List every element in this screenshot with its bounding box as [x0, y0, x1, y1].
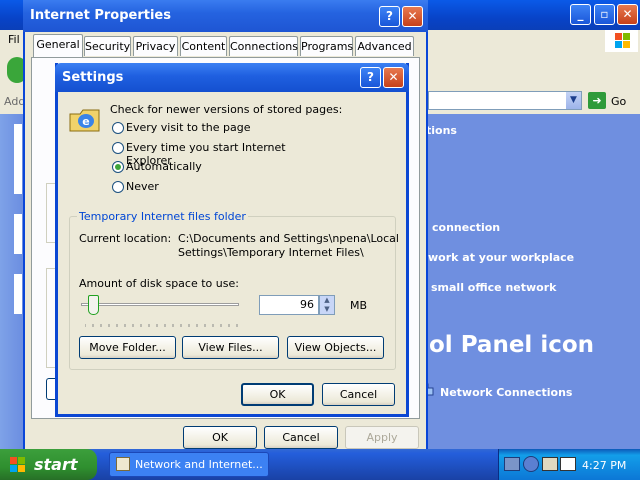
radio-automatically[interactable]: Automatically: [110, 160, 310, 174]
disk-space-label: Amount of disk space to use:: [79, 277, 239, 290]
chevron-down-icon[interactable]: ▼: [566, 92, 581, 109]
ok-button[interactable]: OK: [183, 426, 257, 449]
go-button-label[interactable]: Go: [611, 95, 626, 108]
task-link-1[interactable]: tions: [426, 124, 457, 137]
security-tray-icon[interactable]: [523, 456, 539, 472]
settings-ok-button[interactable]: OK: [241, 383, 314, 406]
tab-security[interactable]: Security: [84, 36, 131, 56]
display-tray-icon[interactable]: [542, 457, 558, 471]
current-location-path-2: Settings\Temporary Internet Files\: [178, 246, 364, 259]
cancel-button[interactable]: Cancel: [264, 426, 338, 449]
current-location-label: Current location:: [79, 232, 172, 245]
radio-label: Every visit to the page: [126, 121, 251, 134]
help-button[interactable]: ?: [379, 6, 400, 27]
control-panel-heading: ol Panel icon: [429, 332, 595, 358]
radio-every-start[interactable]: Every time you start Internet Explorer: [110, 141, 330, 167]
task-pane-items: [0, 114, 22, 449]
radio-label: Automatically: [126, 160, 202, 173]
disk-space-input[interactable]: 96: [259, 295, 319, 315]
start-button[interactable]: start: [0, 449, 97, 480]
menu-file[interactable]: Fil: [8, 33, 20, 46]
radio-button-checked[interactable]: [112, 161, 124, 173]
task-link-4[interactable]: small office network: [431, 281, 556, 294]
radio-button[interactable]: [112, 122, 124, 134]
svg-text:e: e: [82, 115, 89, 128]
settings-cancel-button[interactable]: Cancel: [322, 383, 395, 406]
windows-flag-icon: [10, 457, 26, 473]
internet-properties-title: Internet Properties: [30, 8, 171, 23]
spin-down-icon[interactable]: ▼: [320, 305, 334, 314]
settings-title: Settings: [62, 70, 124, 85]
task-link-3[interactable]: work at your workplace: [428, 251, 574, 264]
control-panel-icon: [116, 457, 130, 471]
maximize-button[interactable]: ▫: [594, 4, 615, 25]
ie-folder-icon: e: [68, 104, 102, 134]
tab-privacy[interactable]: Privacy: [133, 36, 178, 56]
close-button[interactable]: ✕: [383, 67, 404, 88]
tab-connections[interactable]: Connections: [229, 36, 298, 56]
spin-up-icon[interactable]: ▲: [320, 296, 334, 305]
help-button[interactable]: ?: [360, 67, 381, 88]
tab-content[interactable]: Content: [180, 36, 227, 56]
taskbar-item-label: Network and Internet...: [135, 458, 263, 471]
move-folder-button[interactable]: Move Folder...: [79, 336, 176, 359]
address-input[interactable]: [428, 91, 582, 110]
radio-every-visit[interactable]: Every visit to the page: [110, 121, 310, 135]
disk-space-slider-thumb[interactable]: [88, 295, 100, 315]
view-files-button[interactable]: View Files...: [182, 336, 279, 359]
apply-button[interactable]: Apply: [345, 426, 419, 449]
temp-files-group-title: Temporary Internet files folder: [77, 210, 248, 223]
windows-logo-icon: [605, 30, 638, 52]
taskbar-item-network[interactable]: Network and Internet...: [109, 452, 269, 477]
radio-label: Never: [126, 180, 159, 193]
start-label: start: [34, 455, 78, 474]
disk-unit-label: MB: [350, 299, 368, 312]
slider-ticks: [84, 318, 240, 327]
radio-button[interactable]: [112, 181, 124, 193]
minimize-button[interactable]: _: [570, 4, 591, 25]
app-tray-icon[interactable]: [560, 457, 576, 471]
tab-general[interactable]: General: [33, 34, 83, 58]
close-button[interactable]: ✕: [402, 6, 423, 27]
network-tray-icon[interactable]: [504, 457, 520, 471]
task-link-2[interactable]: connection: [432, 221, 500, 234]
tab-programs[interactable]: Programs: [300, 36, 353, 56]
radio-button[interactable]: [112, 142, 124, 154]
check-newer-label: Check for newer versions of stored pages…: [110, 103, 343, 116]
clock[interactable]: 4:27 PM: [582, 459, 626, 472]
go-arrow-icon[interactable]: ➜: [588, 92, 606, 109]
radio-never[interactable]: Never: [110, 180, 310, 194]
tab-advanced[interactable]: Advanced: [355, 36, 414, 56]
current-location-path-1: C:\Documents and Settings\npena\Local: [178, 232, 399, 245]
disk-space-stepper[interactable]: ▲ ▼: [319, 295, 335, 315]
close-button[interactable]: ✕: [617, 4, 638, 25]
disk-space-slider-track[interactable]: [81, 303, 239, 306]
network-connections-link[interactable]: Network Connections: [440, 386, 572, 399]
view-objects-button[interactable]: View Objects...: [287, 336, 384, 359]
